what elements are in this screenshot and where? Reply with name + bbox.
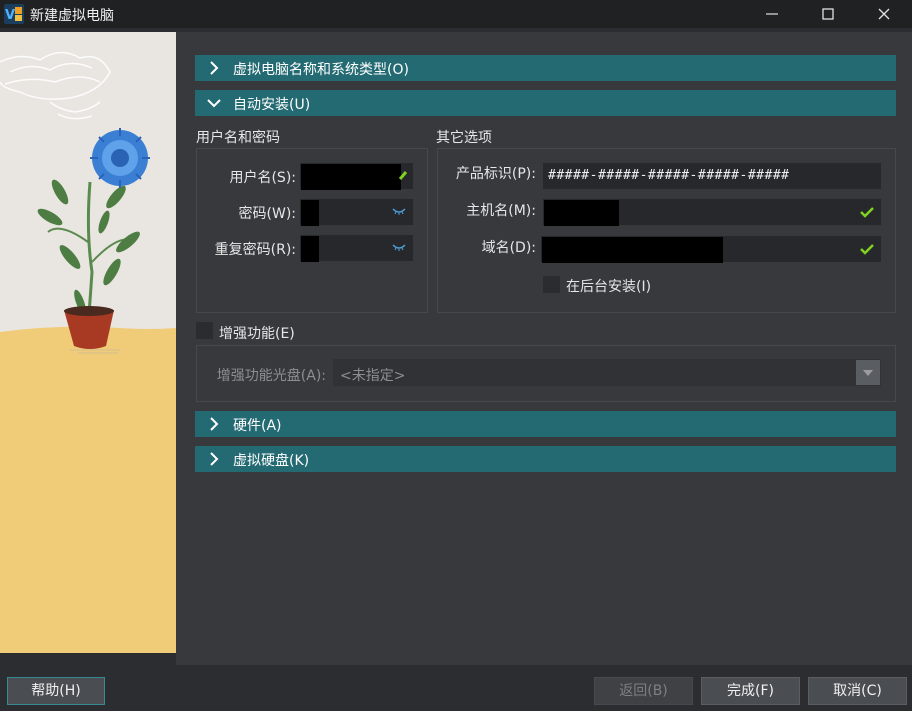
- minimize-button[interactable]: [744, 0, 800, 28]
- chevron-right-icon: [210, 452, 219, 466]
- guest-additions-label[interactable]: 增强功能(E): [219, 323, 295, 343]
- domain-label: 域名(D):: [481, 240, 536, 256]
- guest-additions-checkbox[interactable]: [196, 322, 213, 339]
- hostname-input[interactable]: [543, 199, 881, 226]
- section-hardware-label: 硬件(A): [233, 418, 282, 434]
- flower-icon: [90, 128, 150, 188]
- flower-pot-illustration: [0, 32, 176, 653]
- maximize-button[interactable]: [800, 0, 856, 28]
- username-input[interactable]: [300, 163, 413, 190]
- valid-check-icon: [398, 171, 408, 180]
- chevron-right-icon: [210, 61, 219, 75]
- section-name-os[interactable]: 虚拟电脑名称和系统类型(O): [195, 55, 896, 81]
- eye-closed-icon[interactable]: [392, 242, 406, 252]
- guest-additions-iso-select[interactable]: <未指定>: [333, 359, 881, 386]
- password-input[interactable]: [300, 199, 413, 226]
- chevron-right-icon: [210, 417, 219, 431]
- dropdown-button[interactable]: [856, 360, 880, 385]
- wizard-illustration: [0, 32, 176, 653]
- valid-check-icon: [860, 244, 874, 255]
- password-label: 密码(W):: [238, 206, 296, 222]
- section-name-os-label: 虚拟电脑名称和系统类型(O): [233, 62, 409, 78]
- redacted-value: [544, 200, 619, 226]
- product-key-value: #####-#####-#####-#####-#####: [548, 168, 790, 183]
- valid-check-icon: [860, 207, 874, 218]
- section-unattended-label: 自动安装(U): [233, 97, 311, 113]
- cancel-button[interactable]: 取消(C): [808, 677, 907, 705]
- triangle-down-icon: [863, 370, 873, 376]
- guest-additions-iso-value: <未指定>: [340, 368, 406, 384]
- section-disk-label: 虚拟硬盘(K): [233, 453, 310, 469]
- redacted-value: [542, 237, 723, 263]
- finish-button[interactable]: 完成(F): [701, 677, 800, 705]
- background-install-label[interactable]: 在后台安装(I): [566, 276, 651, 296]
- guest-additions-iso-label: 增强功能光盘(A):: [216, 368, 326, 384]
- domain-input[interactable]: [541, 236, 881, 263]
- other-group-title: 其它选项: [436, 130, 492, 146]
- window-title: 新建虚拟电脑: [30, 8, 114, 24]
- virtualbox-icon: V: [4, 4, 24, 24]
- maximize-icon: [822, 8, 834, 20]
- section-hardware[interactable]: 硬件(A): [195, 411, 896, 437]
- section-unattended[interactable]: 自动安装(U): [195, 90, 896, 116]
- minimize-icon: [766, 13, 778, 15]
- close-icon: [878, 8, 890, 20]
- product-key-label: 产品标识(P):: [455, 166, 536, 182]
- back-button[interactable]: 返回(B): [594, 677, 693, 705]
- svg-text:V: V: [5, 8, 15, 23]
- product-key-input[interactable]: #####-#####-#####-#####-#####: [543, 163, 881, 189]
- redacted-value: [301, 164, 401, 190]
- redacted-value: [301, 200, 319, 226]
- username-label: 用户名(S):: [229, 170, 296, 186]
- redacted-value: [301, 236, 319, 262]
- close-button[interactable]: [856, 0, 912, 28]
- title-bar: V 新建虚拟电脑: [0, 0, 912, 28]
- background-install-checkbox[interactable]: [543, 276, 560, 293]
- hostname-label: 主机名(M):: [466, 203, 536, 219]
- eye-closed-icon[interactable]: [392, 206, 406, 216]
- section-disk[interactable]: 虚拟硬盘(K): [195, 446, 896, 472]
- repeat-password-label: 重复密码(R):: [214, 242, 296, 258]
- user-group-title: 用户名和密码: [196, 130, 280, 146]
- repeat-password-input[interactable]: [300, 235, 413, 262]
- help-button[interactable]: 帮助(H): [7, 677, 105, 705]
- chevron-down-icon: [207, 99, 221, 108]
